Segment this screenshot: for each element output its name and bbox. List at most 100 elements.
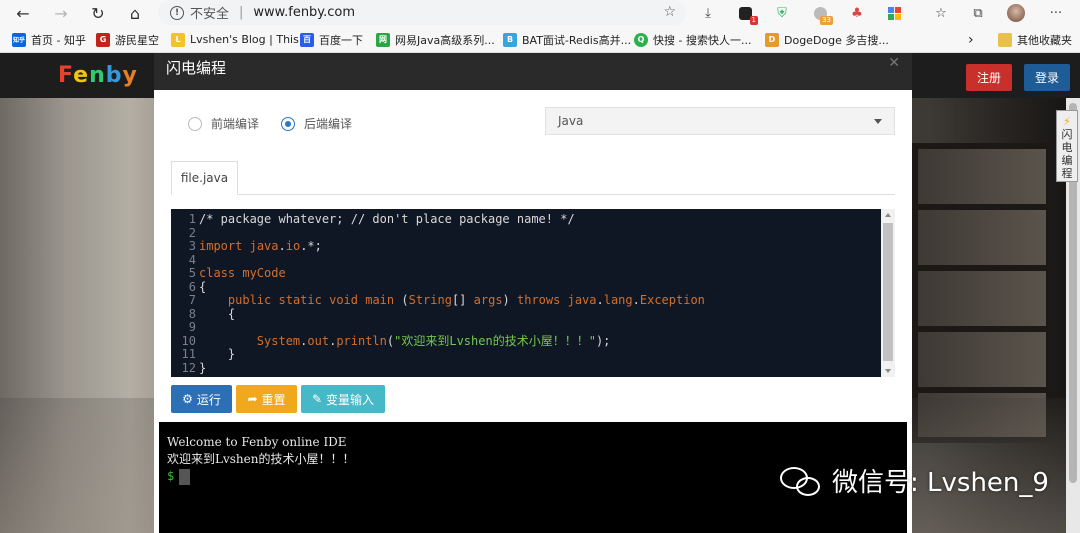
- bookmark-label: 快搜 - 搜索快人一...: [653, 33, 752, 47]
- line-number: 8: [188, 306, 196, 321]
- bookmark-bat[interactable]: B BAT面试-Redis高并...: [503, 31, 631, 48]
- register-button[interactable]: 注册: [966, 64, 1012, 91]
- folder-icon: [998, 32, 1012, 47]
- language-value: Java: [558, 114, 584, 128]
- shield-extension-icon[interactable]: ⛨: [772, 3, 792, 23]
- wechat-icon: [780, 465, 824, 497]
- line-number: 4: [188, 252, 196, 267]
- code-area[interactable]: /* package whatever; // don't place pack…: [199, 212, 705, 375]
- login-button[interactable]: 登录: [1024, 64, 1070, 91]
- run-button[interactable]: ⚙ 运行: [171, 385, 232, 413]
- editor-scrollbar-thumb[interactable]: [883, 223, 893, 361]
- radio-front-label[interactable]: 前端编译: [211, 115, 259, 132]
- lightning-icon: ⚡: [1063, 115, 1071, 128]
- reset-label: 重置: [261, 392, 286, 407]
- home-icon[interactable]: ⌂: [124, 2, 146, 24]
- code-line: import java.io.*;: [199, 239, 322, 253]
- modal-title: 闪电编程: [166, 59, 227, 77]
- fenby-logo[interactable]: Fenby: [58, 63, 138, 88]
- avatar[interactable]: [1006, 3, 1026, 23]
- terminal-prompt: $: [167, 469, 175, 483]
- terminal-line: Welcome to Fenby online IDE: [167, 435, 347, 449]
- scroll-down-icon[interactable]: [885, 369, 891, 373]
- other-bookmarks-folder[interactable]: 其他收藏夹: [998, 31, 1072, 48]
- favorites-icon[interactable]: ☆: [931, 3, 951, 23]
- side-tab-char: 程: [1061, 167, 1073, 180]
- share-arrow-icon: ➦: [247, 392, 258, 406]
- url-text: www.fenby.com: [253, 5, 356, 20]
- mail-badge: 1: [749, 16, 758, 25]
- compile-mode-group: 前端编译 后端编译: [188, 115, 374, 132]
- back-icon[interactable]: ←: [12, 2, 34, 24]
- code-editor[interactable]: 1 2 3 4 5 6 7 8 9 10 11 12 /* package wh…: [171, 209, 895, 377]
- bookmark-kuaisou[interactable]: Q 快搜 - 搜索快人一...: [634, 31, 751, 48]
- editor-scrollbar[interactable]: [881, 209, 895, 377]
- chevron-right-icon[interactable]: ›: [968, 31, 974, 48]
- code-line: class myCode: [199, 266, 286, 280]
- gamersky-icon: G: [96, 32, 110, 47]
- bookmark-blog[interactable]: L Lvshen's Blog | This...: [171, 31, 309, 48]
- baidu-icon: 百: [300, 32, 314, 47]
- network-extension-icon[interactable]: ♣: [847, 3, 867, 23]
- code-line: /* package whatever; // don't place pack…: [199, 212, 575, 226]
- code-line: public static void main (String[] args) …: [227, 293, 705, 307]
- radio-back-label[interactable]: 后端编译: [304, 115, 352, 132]
- bookmark-label: 网易Java高级系列...: [395, 33, 495, 47]
- address-bar[interactable]: ! 不安全 | www.fenby.com ☆: [158, 0, 686, 25]
- line-number: 11: [181, 347, 196, 361]
- radio-back[interactable]: [281, 116, 296, 131]
- logo-letter: F: [58, 63, 74, 88]
- line-number: 9: [188, 320, 196, 334]
- line-number: 1: [188, 212, 196, 226]
- bookmark-label: 百度一下: [319, 33, 363, 47]
- line-number: 6: [188, 279, 196, 294]
- radio-front[interactable]: [188, 116, 202, 131]
- code-line: }: [199, 360, 207, 375]
- bookmark-baidu[interactable]: 百 百度一下: [300, 31, 363, 48]
- mail-extension-icon[interactable]: 1: [735, 3, 758, 25]
- bookmark-doge[interactable]: D DogeDoge 多吉搜...: [765, 31, 889, 48]
- bookmark-gamersky[interactable]: G 游民星空: [96, 31, 159, 48]
- line-number: 7: [188, 293, 196, 307]
- run-label: 运行: [196, 392, 221, 407]
- flash-coding-side-tab[interactable]: ⚡ 闪 电 编 程: [1056, 110, 1078, 182]
- side-tab-char: 编: [1061, 154, 1073, 167]
- line-number: 2: [188, 225, 196, 240]
- bookmark-netease[interactable]: 网 网易Java高级系列...: [376, 31, 495, 48]
- reset-button[interactable]: ➦ 重置: [236, 385, 297, 413]
- tab-file-java[interactable]: file.java: [171, 161, 238, 195]
- wechat-watermark: 微信号: Lvshen_9: [780, 462, 1049, 499]
- more-menu-icon[interactable]: ···: [1046, 3, 1066, 23]
- chevron-down-icon: [874, 119, 882, 124]
- variable-input-button[interactable]: ✎ 变量输入: [301, 385, 385, 413]
- terminal-cursor: [179, 468, 191, 485]
- close-icon[interactable]: ✕: [888, 55, 900, 71]
- code-line: {: [199, 306, 236, 321]
- logo-letter: e: [73, 63, 90, 88]
- download-icon[interactable]: ⤓: [698, 3, 718, 23]
- code-line: {: [199, 279, 207, 294]
- scroll-up-icon[interactable]: [885, 213, 891, 217]
- collections-icon[interactable]: ⧉: [968, 3, 988, 23]
- code-modal: 闪电编程 ✕ 前端编译 后端编译 Java file.java 1 2 3 4 …: [154, 53, 912, 533]
- chat-extension-icon[interactable]: 33: [810, 3, 833, 25]
- folder-label: 其他收藏夹: [1017, 33, 1072, 47]
- forward-icon[interactable]: →: [50, 2, 72, 24]
- apps-extension-icon[interactable]: [884, 3, 904, 23]
- bookmark-zhihu[interactable]: 知乎 首页 - 知乎: [12, 31, 86, 48]
- code-line: }: [199, 347, 236, 361]
- favorite-star-icon[interactable]: ☆: [663, 4, 676, 20]
- page-viewport: Fenby 注册 登录 ⚡ 闪 电 编 程 闪电编程 ✕ 前端编译 后端编译 J…: [0, 53, 1080, 533]
- language-select[interactable]: Java: [545, 107, 895, 135]
- edit-icon: ✎: [311, 392, 323, 406]
- blog-icon: L: [171, 32, 185, 47]
- logo-letter: b: [105, 63, 123, 88]
- address-separator: |: [239, 5, 244, 20]
- bookmark-label: 游民星空: [115, 33, 159, 47]
- logo-letter: y: [122, 63, 138, 88]
- tab-divider: [171, 194, 895, 195]
- reload-icon[interactable]: ↻: [87, 2, 109, 24]
